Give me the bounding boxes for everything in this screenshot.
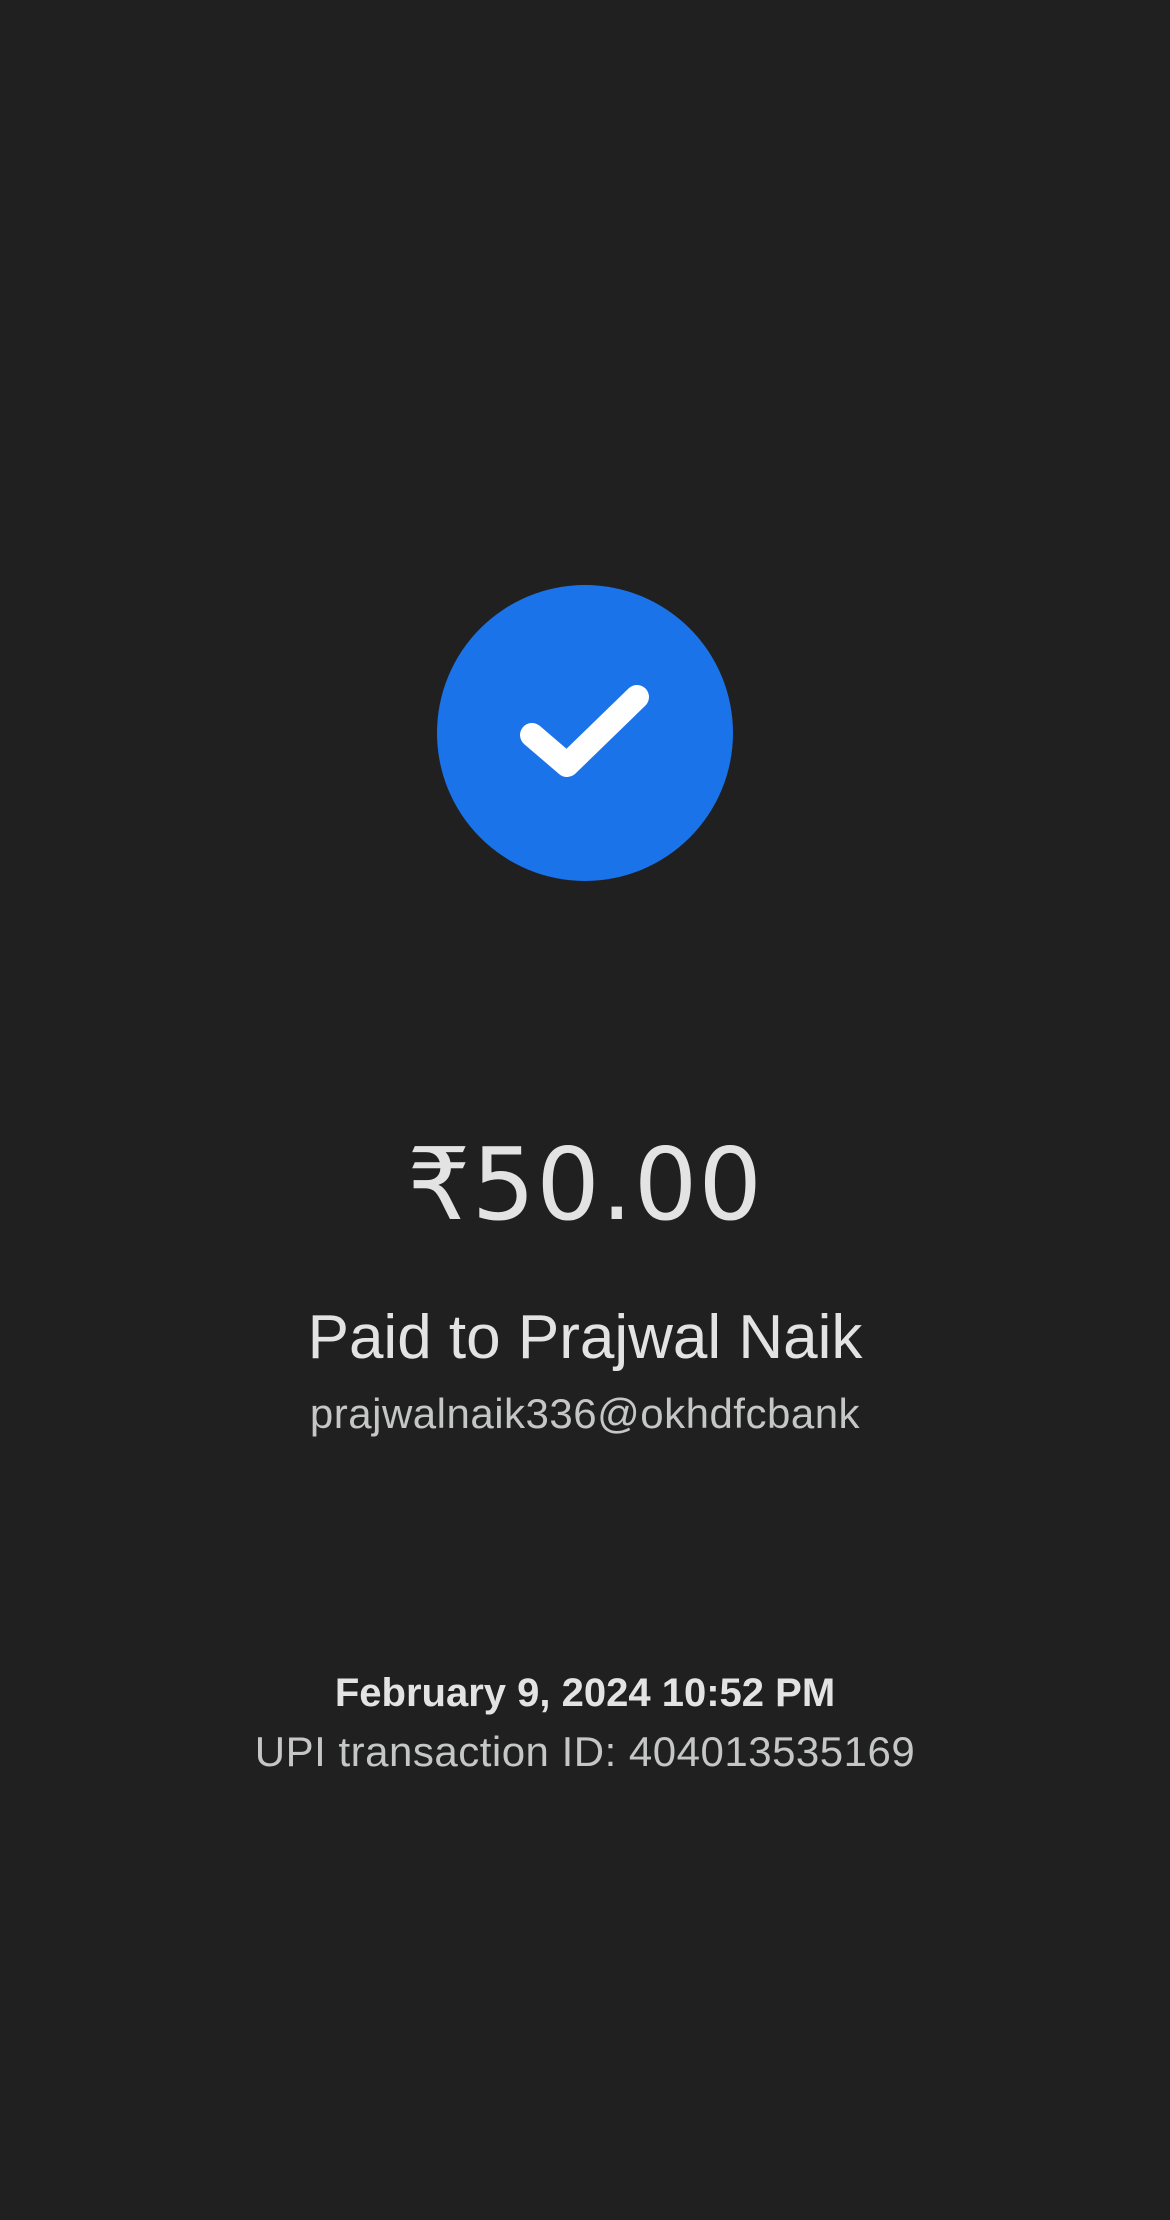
success-check-icon bbox=[437, 585, 733, 881]
transaction-datetime: February 9, 2024 10:52 PM bbox=[334, 1671, 836, 1715]
payment-success-screen: ₹50.00 Paid to Prajwal Naik prajwalnaik3… bbox=[0, 0, 1170, 2220]
upi-transaction-id: UPI transaction ID: 404013535169 bbox=[254, 1728, 916, 1775]
payment-amount: ₹50.00 bbox=[407, 1126, 763, 1243]
payee-name: Paid to Prajwal Naik bbox=[307, 1303, 863, 1372]
payee-upi-id: prajwalnaik336@okhdfcbank bbox=[309, 1390, 861, 1437]
